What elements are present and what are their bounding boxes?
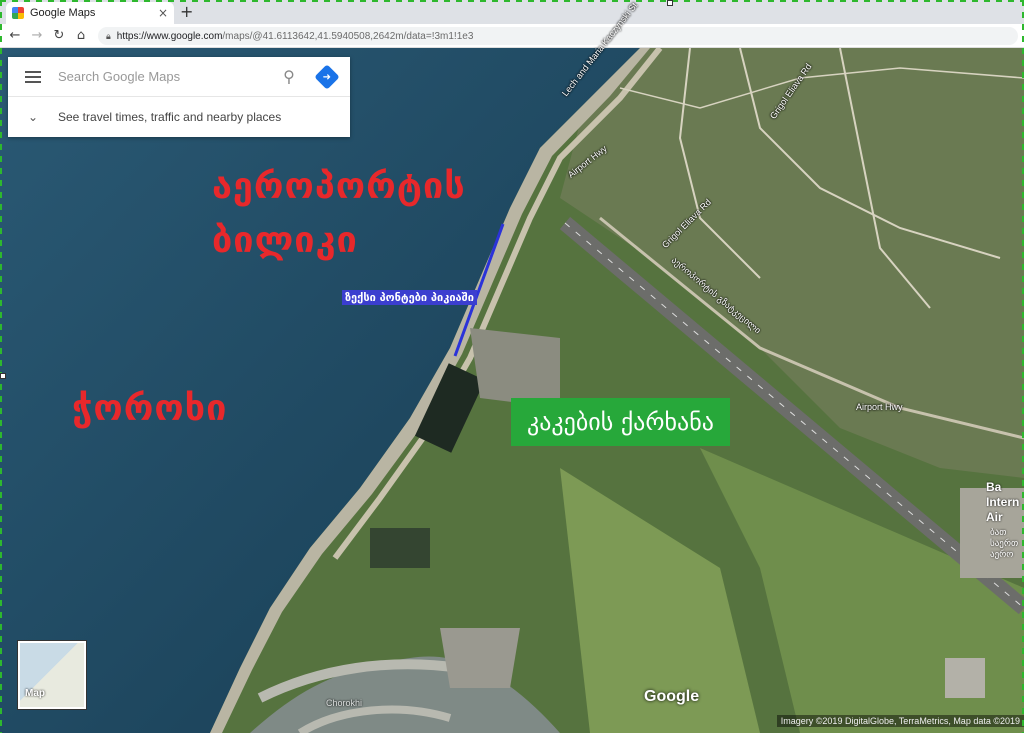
airport-beach-line-1: აეროპორტის bbox=[212, 166, 466, 207]
address-bar[interactable]: 🔒︎ https://www.google.com/maps/@41.61136… bbox=[98, 27, 1018, 45]
factory-label: კაკების ქარხანა bbox=[511, 398, 730, 446]
lock-icon: 🔒︎ bbox=[106, 30, 111, 41]
selection-border-top bbox=[0, 0, 1024, 2]
home-icon[interactable]: ⌂ bbox=[70, 28, 92, 43]
travel-times-row[interactable]: ⌄ See travel times, traffic and nearby p… bbox=[8, 97, 350, 137]
airport-beach-line-2: ბილიკი bbox=[212, 220, 358, 261]
reload-icon[interactable]: ↻ bbox=[48, 28, 70, 43]
browser-tab-bar: Google Maps × + bbox=[0, 0, 1024, 24]
new-tab-button[interactable]: + bbox=[180, 2, 193, 22]
back-arrow-icon[interactable]: ← bbox=[4, 28, 26, 43]
browser-toolbar: ← → ↻ ⌂ 🔒︎ https://www.google.com/maps/@… bbox=[0, 24, 1024, 48]
google-logo: Google bbox=[644, 688, 700, 705]
airport-georgian-label: ბათ საერთ აერო bbox=[990, 528, 1019, 560]
search-row: Search Google Maps ⚲ ➜ bbox=[8, 57, 350, 97]
airport-beach-label: აეროპორტის ბილიკი bbox=[212, 160, 466, 268]
tab-close-icon[interactable]: × bbox=[158, 6, 168, 20]
google-maps-favicon-icon bbox=[12, 7, 24, 19]
airport-name-label[interactable]: Ba Intern Air bbox=[986, 480, 1024, 525]
url-path: /maps/@41.6113642,41.5940508,2642m/data=… bbox=[222, 30, 474, 42]
tab-title: Google Maps bbox=[30, 7, 96, 19]
directions-icon[interactable]: ➜ bbox=[304, 63, 350, 90]
browser-tab[interactable]: Google Maps × bbox=[6, 2, 174, 24]
travel-times-text: See travel times, traffic and nearby pla… bbox=[58, 110, 282, 124]
resize-handle-left[interactable] bbox=[0, 373, 6, 379]
map-layer-label: Map bbox=[25, 688, 45, 699]
selection-border-left bbox=[0, 0, 2, 733]
chevron-down-icon[interactable]: ⌄ bbox=[8, 110, 58, 124]
menu-icon[interactable] bbox=[8, 70, 58, 83]
map-attribution: Imagery ©2019 DigitalGlobe, TerraMetrics… bbox=[776, 715, 1024, 727]
search-input[interactable]: Search Google Maps bbox=[58, 69, 274, 84]
pontoon-label: ზექსი პონტები პიკიაში bbox=[342, 290, 477, 305]
search-icon[interactable]: ⚲ bbox=[274, 67, 304, 86]
resize-handle-top[interactable] bbox=[667, 0, 673, 6]
river-label-chorokhi: Chorokhi bbox=[326, 698, 363, 708]
url-host: https://www.google.com bbox=[116, 30, 223, 42]
street-label-airport-hwy-2: Airport Hwy bbox=[856, 402, 903, 412]
forward-arrow-icon[interactable]: → bbox=[26, 28, 48, 43]
map-layer-toggle[interactable]: Map bbox=[18, 641, 86, 709]
search-panel: Search Google Maps ⚲ ➜ ⌄ See travel time… bbox=[8, 57, 350, 137]
chorokhi-label: ჭოროხი bbox=[72, 388, 228, 429]
